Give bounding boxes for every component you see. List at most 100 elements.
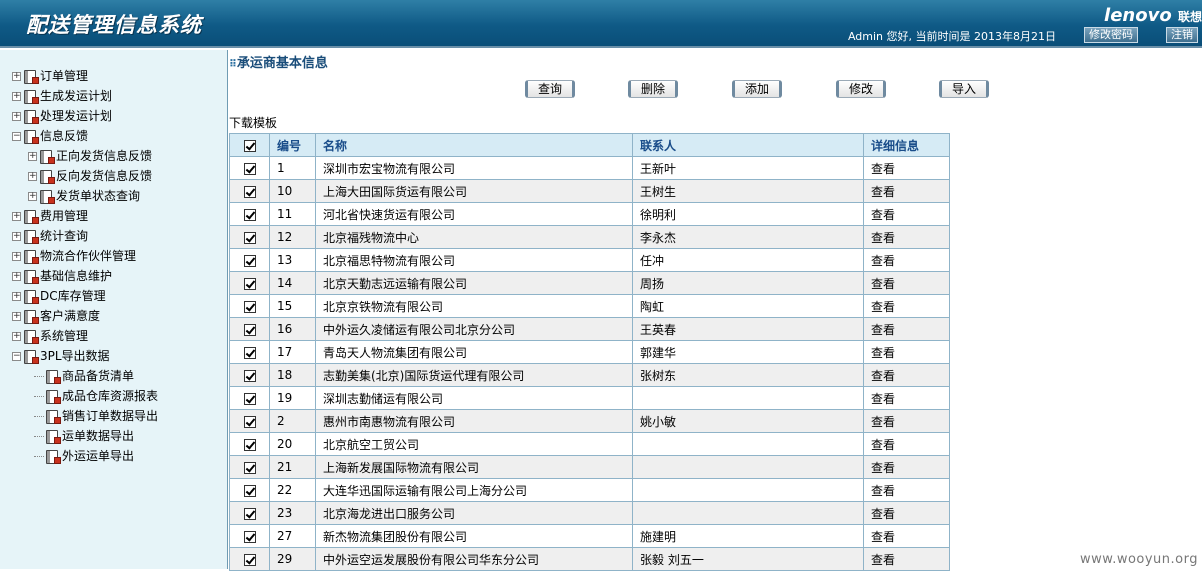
change-password-button[interactable]: 修改密码	[1084, 27, 1138, 43]
row-detail-link[interactable]: 查看	[864, 525, 950, 548]
row-detail-link[interactable]: 查看	[864, 502, 950, 525]
row-detail-link[interactable]: 查看	[864, 249, 950, 272]
table-row[interactable]: 27新杰物流集团股份有限公司施建明查看	[230, 525, 950, 548]
expand-icon[interactable]: +	[12, 212, 21, 221]
row-checkbox[interactable]	[230, 295, 270, 318]
sidebar-item-statistics[interactable]: +统计查询	[12, 226, 88, 246]
expand-icon[interactable]: +	[12, 312, 21, 321]
row-detail-link[interactable]: 查看	[864, 226, 950, 249]
download-template-link[interactable]: 下载模板	[229, 114, 277, 131]
expand-icon[interactable]: +	[28, 152, 37, 161]
expand-icon[interactable]: +	[12, 72, 21, 81]
import-button[interactable]: 导入	[939, 80, 989, 98]
sidebar-item-basic-info[interactable]: +基础信息维护	[12, 266, 112, 286]
row-detail-link[interactable]: 查看	[864, 180, 950, 203]
collapse-icon[interactable]: −	[12, 132, 21, 141]
row-checkbox[interactable]	[230, 226, 270, 249]
row-checkbox[interactable]	[230, 318, 270, 341]
row-checkbox[interactable]	[230, 249, 270, 272]
row-checkbox[interactable]	[230, 387, 270, 410]
sidebar-item-waybill-export[interactable]: 运单数据导出	[34, 426, 134, 446]
row-detail-link[interactable]: 查看	[864, 433, 950, 456]
logout-button[interactable]: 注销	[1166, 27, 1198, 43]
table-row[interactable]: 20北京航空工贸公司查看	[230, 433, 950, 456]
sidebar-item-3pl-export[interactable]: −3PL导出数据	[12, 346, 110, 366]
row-checkbox[interactable]	[230, 272, 270, 295]
table-row[interactable]: 17青岛天人物流集团有限公司郭建华查看	[230, 341, 950, 364]
row-checkbox[interactable]	[230, 203, 270, 226]
row-checkbox[interactable]	[230, 180, 270, 203]
row-detail-link[interactable]: 查看	[864, 157, 950, 180]
sidebar-item-sales-order-export[interactable]: 销售订单数据导出	[34, 406, 158, 426]
row-detail-link[interactable]: 查看	[864, 456, 950, 479]
sidebar-item-customer-satisfaction[interactable]: +客户满意度	[12, 306, 100, 326]
row-detail-link[interactable]: 查看	[864, 410, 950, 433]
sidebar-item-info-feedback[interactable]: −信息反馈	[12, 126, 88, 146]
sidebar-item-reverse-feedback[interactable]: +反向发货信息反馈	[28, 166, 152, 186]
row-detail-link[interactable]: 查看	[864, 203, 950, 226]
expand-icon[interactable]: +	[12, 292, 21, 301]
table-row[interactable]: 11河北省快速货运有限公司徐明利查看	[230, 203, 950, 226]
table-row[interactable]: 15北京京铁物流有限公司陶虹查看	[230, 295, 950, 318]
sidebar-item-process-plan[interactable]: +处理发运计划	[12, 106, 112, 126]
row-checkbox[interactable]	[230, 157, 270, 180]
query-button[interactable]: 查询	[525, 80, 575, 98]
row-detail-link[interactable]: 查看	[864, 272, 950, 295]
sidebar-item-cost-management[interactable]: +费用管理	[12, 206, 88, 226]
row-checkbox[interactable]	[230, 341, 270, 364]
expand-icon[interactable]: +	[12, 272, 21, 281]
row-checkbox[interactable]	[230, 364, 270, 387]
expand-icon[interactable]: +	[28, 172, 37, 181]
table-row[interactable]: 19深圳志勤储运有限公司查看	[230, 387, 950, 410]
table-row[interactable]: 29中外运空运发展股份有限公司华东分公司张毅 刘五一查看	[230, 548, 950, 571]
row-detail-link[interactable]: 查看	[864, 318, 950, 341]
sidebar-item-partner-management[interactable]: +物流合作伙伴管理	[12, 246, 136, 266]
sidebar-item-warehouse-report[interactable]: 成品仓库资源报表	[34, 386, 158, 406]
expand-icon[interactable]: +	[28, 192, 37, 201]
table-row[interactable]: 21上海新发展国际物流有限公司查看	[230, 456, 950, 479]
expand-icon[interactable]: +	[12, 232, 21, 241]
add-button[interactable]: 添加	[732, 80, 782, 98]
table-row[interactable]: 2惠州市南惠物流有限公司姚小敏查看	[230, 410, 950, 433]
row-detail-link[interactable]: 查看	[864, 548, 950, 571]
table-row[interactable]: 23北京海龙进出口服务公司查看	[230, 502, 950, 525]
sidebar-item-generate-plan[interactable]: +生成发运计划	[12, 86, 112, 106]
expand-icon[interactable]: +	[12, 92, 21, 101]
table-row[interactable]: 10上海大田国际货运有限公司王树生查看	[230, 180, 950, 203]
row-checkbox[interactable]	[230, 502, 270, 525]
sidebar-item-invoice-status[interactable]: +发货单状态查询	[28, 186, 140, 206]
row-checkbox[interactable]	[230, 410, 270, 433]
expand-icon[interactable]: +	[12, 112, 21, 121]
row-checkbox[interactable]	[230, 479, 270, 502]
sidebar-item-dc-inventory[interactable]: +DC库存管理	[12, 286, 106, 306]
row-contact: 王树生	[633, 180, 864, 203]
sidebar-item-external-waybill-export[interactable]: 外运运单导出	[34, 446, 134, 466]
select-all-checkbox[interactable]	[230, 134, 270, 157]
row-detail-link[interactable]: 查看	[864, 387, 950, 410]
table-row[interactable]: 18志勤美集(北京)国际货运代理有限公司张树东查看	[230, 364, 950, 387]
expand-icon[interactable]: +	[12, 252, 21, 261]
table-row[interactable]: 13北京福思特物流有限公司任冲查看	[230, 249, 950, 272]
table-row[interactable]: 1深圳市宏宝物流有限公司王新叶查看	[230, 157, 950, 180]
sidebar-item-system-management[interactable]: +系统管理	[12, 326, 88, 346]
row-detail-link[interactable]: 查看	[864, 341, 950, 364]
sidebar-item-stock-list[interactable]: 商品备货清单	[34, 366, 134, 386]
expand-icon[interactable]: +	[12, 332, 21, 341]
row-detail-link[interactable]: 查看	[864, 479, 950, 502]
edit-button[interactable]: 修改	[836, 80, 886, 98]
row-checkbox[interactable]	[230, 456, 270, 479]
table-row[interactable]: 12北京福残物流中心李永杰查看	[230, 226, 950, 249]
sidebar-item-order-management[interactable]: +订单管理	[12, 66, 88, 86]
delete-button[interactable]: 删除	[628, 80, 678, 98]
row-checkbox[interactable]	[230, 433, 270, 456]
row-checkbox[interactable]	[230, 525, 270, 548]
row-checkbox[interactable]	[230, 548, 270, 571]
table-row[interactable]: 14北京天勤志远运输有限公司周扬查看	[230, 272, 950, 295]
row-detail-link[interactable]: 查看	[864, 295, 950, 318]
table-row[interactable]: 22大连华迅国际运输有限公司上海分公司查看	[230, 479, 950, 502]
collapse-icon[interactable]: −	[12, 352, 21, 361]
sidebar-item-forward-feedback[interactable]: +正向发货信息反馈	[28, 146, 152, 166]
table-row[interactable]: 16中外运久凌储运有限公司北京分公司王英春查看	[230, 318, 950, 341]
row-detail-link[interactable]: 查看	[864, 364, 950, 387]
book-icon	[40, 170, 52, 184]
